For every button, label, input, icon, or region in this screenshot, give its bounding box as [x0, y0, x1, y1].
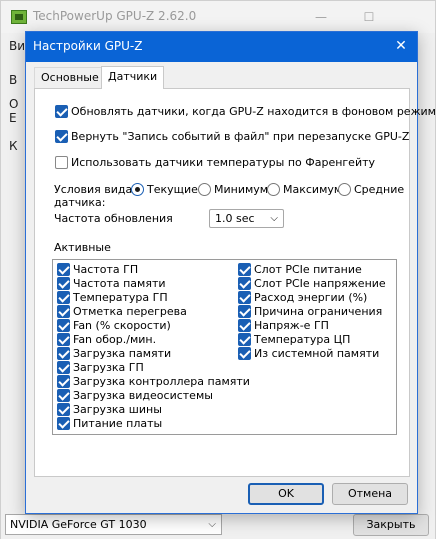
checkbox[interactable]	[238, 263, 251, 276]
cancel-button[interactable]: Отмена	[332, 483, 408, 505]
option-label: Обновлять датчики, когда GPU-Z находится…	[71, 105, 436, 118]
close-button[interactable]: Закрыть	[353, 514, 429, 536]
checkbox[interactable]	[57, 403, 70, 416]
checkbox[interactable]	[57, 361, 70, 374]
main-label-peek: Е	[9, 111, 17, 125]
option-label: Использовать датчики температуры по Фаре…	[71, 156, 376, 169]
sensor-list[interactable]: Частота ГП Частота памяти Температура ГП От…	[52, 259, 397, 435]
view-condition-label-2: датчика:	[54, 196, 106, 209]
checkbox[interactable]	[57, 305, 70, 318]
chevron-down-icon: ⌵	[270, 213, 278, 224]
sensor-label: Расход энергии (%)	[254, 291, 368, 304]
radio-average-label: Средние	[354, 183, 405, 196]
checkbox[interactable]	[57, 263, 70, 276]
sensor-label: Загрузка ГП	[73, 361, 144, 374]
refresh-rate-select[interactable]: 1.0 sec ⌵	[209, 209, 284, 228]
checkbox[interactable]	[57, 417, 70, 430]
sensor-label: Загрузка шины	[73, 403, 162, 416]
radio-current-label: Текущие	[147, 183, 198, 196]
checkbox[interactable]	[55, 130, 68, 143]
close-icon[interactable]: ✕	[393, 38, 409, 54]
sensor-label: Загрузка видеосистемы	[73, 389, 213, 402]
main-titlebar[interactable]: TechPowerUp GPU-Z 2.62.0 — ☐	[1, 1, 435, 33]
active-sensors-label: Активные	[54, 241, 111, 254]
sensor-label: Fan (% скорости)	[73, 319, 171, 332]
main-label-peek: В	[9, 73, 18, 87]
checkbox[interactable]	[238, 291, 251, 304]
sensor-label: Из системной памяти	[254, 347, 380, 360]
ok-button[interactable]: OK	[248, 483, 324, 505]
settings-dialog: Настройки GPU-Z ✕ Основные Датчики Обнов…	[25, 31, 436, 514]
checkbox[interactable]	[238, 277, 251, 290]
maximize-icon[interactable]: ☐	[347, 5, 391, 29]
checkbox[interactable]	[57, 319, 70, 332]
refresh-rate-value: 1.0 sec	[215, 212, 255, 225]
view-condition-label: Условия вида	[54, 183, 133, 196]
sensor-label: Частота памяти	[73, 277, 166, 290]
gpu-z-icon	[11, 10, 27, 24]
radio-current[interactable]	[131, 183, 144, 196]
checkbox[interactable]	[238, 305, 251, 318]
sensor-label: Загрузка контроллера памяти	[73, 375, 250, 388]
checkbox[interactable]	[57, 277, 70, 290]
chevron-down-icon: ⌵	[208, 519, 216, 530]
checkbox[interactable]	[238, 319, 251, 332]
tab-sensors[interactable]: Датчики	[101, 66, 165, 89]
checkbox[interactable]	[238, 347, 251, 360]
radio-minimum-label: Минимум	[214, 183, 269, 196]
sensor-label: Загрузка памяти	[73, 347, 172, 360]
checkbox[interactable]	[57, 333, 70, 346]
sensor-label: Слот PCIe питание	[254, 263, 362, 276]
sensor-label: Температура ЦП	[254, 333, 351, 346]
radio-average[interactable]	[338, 183, 351, 196]
radio-minimum[interactable]	[198, 183, 211, 196]
dialog-titlebar[interactable]: Настройки GPU-Z ✕	[26, 32, 417, 62]
checkbox[interactable]	[55, 156, 68, 169]
sensor-label: Напряж-е ГП	[254, 319, 329, 332]
gpu-select-value: NVIDIA GeForce GT 1030	[10, 518, 147, 531]
sensor-label: Частота ГП	[73, 263, 139, 276]
sensor-label: Питание платы	[73, 417, 163, 430]
dialog-title: Настройки GPU-Z	[33, 39, 143, 53]
radio-maximum[interactable]	[267, 183, 280, 196]
main-window-title: TechPowerUp GPU-Z 2.62.0	[33, 9, 197, 23]
tab-general[interactable]: Основные	[34, 67, 106, 88]
main-label-peek: О	[9, 97, 19, 111]
checkbox[interactable]	[238, 333, 251, 346]
gpu-select[interactable]: NVIDIA GeForce GT 1030 ⌵	[5, 514, 222, 535]
sensor-label: Отметка перегрева	[73, 305, 187, 318]
sensor-label: Причина ограничения	[254, 305, 383, 318]
main-label-peek: К	[9, 139, 18, 153]
refresh-rate-label: Частота обновления	[54, 212, 173, 225]
checkbox[interactable]	[57, 347, 70, 360]
minimize-icon[interactable]: —	[299, 5, 343, 29]
checkbox[interactable]	[55, 105, 68, 118]
main-menu-peek: Ви	[9, 39, 26, 53]
option-label: Вернуть "Запись событий в файл" при пере…	[71, 130, 410, 143]
checkbox[interactable]	[57, 291, 70, 304]
radio-maximum-label: Максимум	[283, 183, 343, 196]
checkbox[interactable]	[57, 375, 70, 388]
sensor-label: Слот PCIe напряжение	[254, 277, 386, 290]
checkbox[interactable]	[57, 389, 70, 402]
sensor-label: Температура ГП	[73, 291, 168, 304]
sensor-label: Fan обор./мин.	[73, 333, 157, 346]
